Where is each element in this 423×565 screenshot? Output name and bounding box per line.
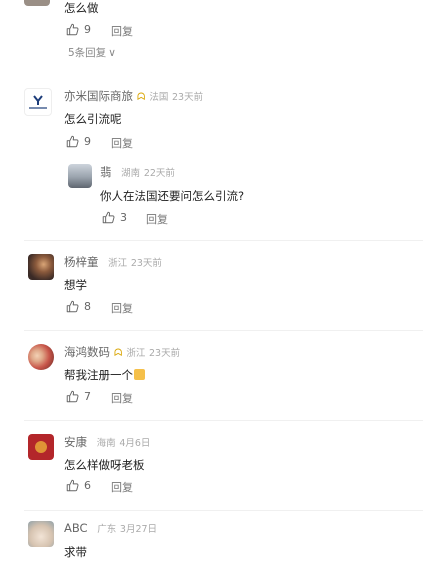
divider — [24, 510, 423, 511]
like-count: 3 — [120, 211, 127, 224]
avatar[interactable] — [24, 88, 52, 116]
avatar[interactable] — [28, 521, 54, 547]
divider — [24, 330, 423, 331]
view-replies-button[interactable]: 5条回复 ∨ — [68, 45, 116, 60]
comment-item: 怎么做 9 回复 5条回复 ∨ — [0, 0, 423, 65]
comment-text: 怎么做 — [64, 1, 99, 15]
username[interactable]: ABC 广东 3月27日 — [64, 521, 157, 535]
reply-button[interactable]: 回复 — [111, 390, 133, 406]
username-label: ABC — [64, 521, 88, 535]
thumbs-up-emoji-icon — [134, 369, 145, 380]
timestamp: 23天前 — [130, 258, 162, 269]
comment-item: ABC 广东 3月27日 求带 — [0, 517, 423, 565]
comment-item: 安康 海南 4月6日 怎么样做呀老板 6 回复 — [0, 430, 423, 500]
timestamp: 3月27日 — [119, 524, 158, 535]
verified-badge-icon: ᗣ — [137, 92, 146, 103]
comment-text: 怎么样做呀老板 — [64, 458, 145, 472]
like-count: 9 — [84, 135, 91, 148]
timestamp: 22天前 — [143, 168, 175, 179]
location-label: 法国 — [149, 92, 169, 103]
comment-item: 海鸿数码 ᗣ 浙江 23天前 帮我注册一个 7 回复 — [0, 340, 423, 410]
comment-text: 想学 — [64, 278, 87, 292]
like-count: 7 — [84, 390, 91, 403]
thumbs-up-icon — [66, 390, 79, 403]
like-button[interactable]: 9 — [66, 135, 91, 148]
divider — [24, 420, 423, 421]
verified-badge-icon: ᗣ — [114, 348, 123, 359]
location-label: 海南 — [96, 438, 116, 449]
like-button[interactable]: 7 — [66, 390, 91, 403]
username[interactable]: 海鸿数码 ᗣ 浙江 23天前 — [64, 344, 180, 360]
chevron-down-icon: ∨ — [108, 47, 116, 59]
like-count: 8 — [84, 300, 91, 313]
thumbs-up-icon — [66, 135, 79, 148]
location-label: 浙江 — [126, 348, 146, 359]
thumbs-up-icon — [66, 300, 79, 313]
timestamp: 4月6日 — [119, 438, 151, 449]
reply-button[interactable]: 回复 — [111, 479, 133, 495]
avatar[interactable] — [28, 254, 54, 280]
username[interactable]: 安康 海南 4月6日 — [64, 434, 150, 450]
logo-icon — [29, 95, 47, 109]
username-label: 安康 — [64, 435, 87, 449]
username-label: 亦米国际商旅 — [64, 89, 133, 103]
avatar[interactable] — [68, 164, 92, 188]
like-button[interactable]: 6 — [66, 479, 91, 492]
like-button[interactable]: 9 — [66, 23, 91, 36]
like-button[interactable]: 3 — [102, 211, 127, 224]
comment-text-label: 帮我注册一个 — [64, 368, 133, 382]
comment-text: 怎么引流呢 — [64, 112, 122, 126]
reply-button[interactable]: 回复 — [111, 300, 133, 316]
view-replies-label: 5条回复 — [68, 47, 107, 59]
username[interactable]: 翡 湖南 22天前 — [100, 164, 175, 180]
like-button[interactable]: 8 — [66, 300, 91, 313]
username-label: 杨梓童 — [64, 255, 99, 269]
avatar[interactable] — [24, 0, 50, 6]
location-label: 湖南 — [121, 168, 141, 179]
reply-button[interactable]: 回复 — [111, 23, 133, 39]
thumbs-up-icon — [66, 23, 79, 36]
thumbs-up-icon — [66, 479, 79, 492]
timestamp: 23天前 — [148, 348, 181, 359]
like-count: 9 — [84, 23, 91, 36]
comment-item: 亦米国际商旅 ᗣ 法国 23天前 怎么引流呢 9 回复 翡 湖南 22天前 你人在法… — [0, 82, 423, 232]
avatar[interactable] — [28, 344, 54, 370]
reply-button[interactable]: 回复 — [146, 211, 168, 227]
comment-text: 求带 — [64, 545, 87, 559]
comment-text: 帮我注册一个 — [64, 367, 145, 383]
username[interactable]: 亦米国际商旅 ᗣ 法国 23天前 — [64, 88, 203, 104]
reply-button[interactable]: 回复 — [111, 135, 133, 151]
timestamp: 23天前 — [171, 92, 204, 103]
username-label: 翡 — [100, 165, 112, 179]
location-label: 浙江 — [108, 258, 128, 269]
thumbs-up-icon — [102, 211, 115, 224]
location-label: 广东 — [97, 524, 117, 535]
like-count: 6 — [84, 479, 91, 492]
comment-item: 杨梓童 浙江 23天前 想学 8 回复 — [0, 250, 423, 320]
reply-text: 你人在法国还要问怎么引流? — [100, 189, 245, 203]
divider — [24, 240, 423, 241]
reply-item: 翡 湖南 22天前 你人在法国还要问怎么引流? 3 回复 — [64, 160, 423, 232]
username-label: 海鸿数码 — [64, 345, 110, 359]
username[interactable]: 杨梓童 浙江 23天前 — [64, 254, 162, 270]
avatar[interactable] — [28, 434, 54, 460]
